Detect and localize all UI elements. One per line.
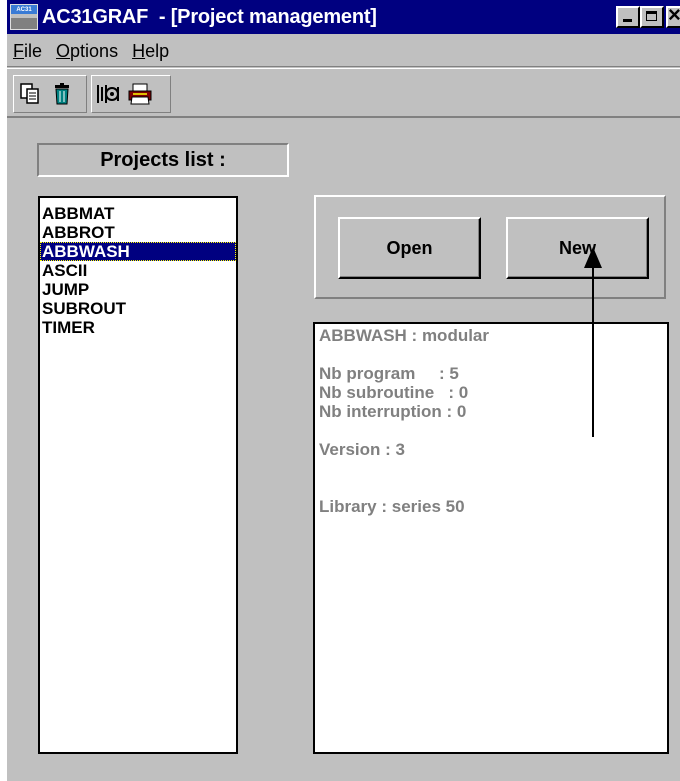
print-icon <box>128 83 152 105</box>
project-item-jump[interactable]: JUMP <box>40 280 236 299</box>
project-item-abbrot[interactable]: ABBROT <box>40 223 236 242</box>
toolbar-group-tools <box>91 75 171 113</box>
menu-bar: File Options Help <box>7 36 680 67</box>
projects-listbox[interactable]: ABBMAT ABBROT ABBWASH ASCII JUMP SUBROUT… <box>38 196 238 754</box>
info-line-subroutines: Nb subroutine : 0 <box>319 383 469 402</box>
open-button[interactable]: Open <box>338 217 481 279</box>
menu-file[interactable]: File <box>7 37 50 65</box>
app-icon-label: AC31 <box>16 7 32 13</box>
info-line-version: Version : 3 <box>319 440 405 459</box>
compile-icon <box>97 85 119 103</box>
info-line-blank <box>319 421 667 440</box>
info-line-library: Library : series 50 <box>319 497 465 516</box>
toolbar <box>7 68 680 118</box>
info-line-blank <box>319 345 667 364</box>
project-item-abbmat[interactable]: ABBMAT <box>40 204 236 223</box>
menu-options[interactable]: Options <box>50 37 126 65</box>
project-info-panel: ABBWASH : modular Nb program : 5 Nb subr… <box>313 322 669 754</box>
toolbar-group-edit <box>13 75 87 113</box>
info-line-interruptions: Nb interruption : 0 <box>319 402 467 421</box>
info-line-blank <box>319 478 667 497</box>
info-line-type: ABBWASH : modular <box>319 326 489 345</box>
info-line-blank <box>319 459 667 478</box>
delete-button[interactable] <box>48 80 76 108</box>
close-button[interactable] <box>666 2 680 28</box>
print-button[interactable] <box>126 80 154 108</box>
maximize-button[interactable] <box>640 6 664 28</box>
delete-icon <box>55 83 69 105</box>
project-item-timer[interactable]: TIMER <box>40 318 236 337</box>
app-icon[interactable]: AC31 <box>10 4 38 30</box>
copy-button[interactable] <box>16 80 44 108</box>
project-item-ascii[interactable]: ASCII <box>40 261 236 280</box>
projects-list-label: Projects list : <box>37 143 289 177</box>
title-bar[interactable]: AC31 AC31GRAF - [Project management] <box>7 0 680 34</box>
project-item-abbwash[interactable]: ABBWASH <box>40 242 236 261</box>
new-button[interactable]: New <box>506 217 649 279</box>
main-window: AC31 AC31GRAF - [Project management] Fil… <box>5 0 680 781</box>
compile-button[interactable] <box>94 80 122 108</box>
project-item-subrout[interactable]: SUBROUT <box>40 299 236 318</box>
copy-icon <box>20 83 39 104</box>
caption-buttons <box>616 2 680 28</box>
window-title: AC31GRAF - [Project management] <box>42 5 377 28</box>
actions-group: Open New <box>314 195 666 299</box>
minimize-button[interactable] <box>616 6 640 28</box>
info-line-programs: Nb program : 5 <box>319 364 459 383</box>
menu-help[interactable]: Help <box>126 37 177 65</box>
